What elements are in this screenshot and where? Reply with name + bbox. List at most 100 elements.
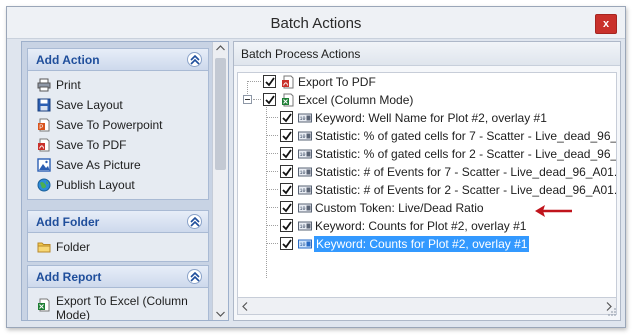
pdf-file-icon bbox=[282, 75, 294, 89]
tree-node-label: Statistic: % of gated cells for 7 - Scat… bbox=[315, 129, 617, 143]
add-action-header[interactable]: Add Action bbox=[28, 49, 208, 71]
collapse-add-action-button[interactable] bbox=[187, 52, 202, 67]
actions-sidebar: Add Action Print Save Layout P Save To P… bbox=[21, 41, 229, 321]
double-chevron-up-icon bbox=[190, 217, 200, 227]
collapse-add-folder-button[interactable] bbox=[187, 214, 202, 229]
checkmark-icon bbox=[282, 221, 292, 231]
checkbox[interactable] bbox=[280, 165, 293, 178]
collapse-node-toggle[interactable] bbox=[243, 95, 252, 104]
add-action-panel: Add Action Print Save Layout P Save To P… bbox=[27, 48, 209, 200]
print-action[interactable]: Print bbox=[28, 75, 208, 95]
scroll-down-icon[interactable] bbox=[216, 311, 225, 317]
sidebar-scrollbar[interactable] bbox=[212, 42, 228, 320]
checkbox[interactable] bbox=[280, 111, 293, 124]
save-to-powerpoint-action[interactable]: P Save To Powerpoint bbox=[28, 115, 208, 135]
tree-node-label: Statistic: # of Events for 7 - Scatter -… bbox=[315, 165, 617, 179]
close-button[interactable]: x bbox=[595, 14, 617, 34]
checkmark-icon bbox=[282, 239, 292, 249]
data-token-icon: 10 bbox=[298, 113, 312, 123]
tree-node-label: Keyword: Counts for Plot #2, overlay #1 bbox=[315, 219, 527, 233]
svg-text:10: 10 bbox=[300, 116, 306, 122]
sidebar-scroll-thumb[interactable] bbox=[215, 58, 226, 170]
double-chevron-up-icon bbox=[190, 55, 200, 65]
tree-line bbox=[266, 135, 278, 136]
save-as-picture-label: Save As Picture bbox=[56, 158, 141, 172]
print-label: Print bbox=[56, 78, 81, 92]
tree-line bbox=[266, 207, 278, 208]
add-action-title: Add Action bbox=[36, 53, 100, 67]
data-token-icon: 10 bbox=[298, 167, 312, 177]
horizontal-scrollbar[interactable] bbox=[237, 298, 617, 315]
floppy-disk-icon bbox=[37, 98, 51, 112]
pdf-file-icon bbox=[38, 138, 50, 152]
save-layout-action[interactable]: Save Layout bbox=[28, 95, 208, 115]
folder-icon bbox=[37, 242, 51, 253]
tree-node-label: Keyword: Counts for Plot #2, overlay #1 bbox=[314, 236, 530, 252]
folder-action[interactable]: Folder bbox=[28, 237, 208, 257]
export-to-excel-action[interactable]: Export To Excel (Column Mode) bbox=[28, 292, 208, 321]
tree-line bbox=[266, 243, 278, 244]
checkmark-icon bbox=[282, 113, 292, 123]
svg-text:10: 10 bbox=[300, 188, 306, 194]
svg-text:10: 10 bbox=[300, 206, 306, 212]
data-token-icon: 10 bbox=[298, 185, 312, 195]
svg-text:10: 10 bbox=[300, 152, 306, 158]
add-report-title: Add Report bbox=[36, 270, 102, 284]
data-token-icon: 10 bbox=[298, 203, 312, 213]
export-to-excel-label: Export To Excel (Column Mode) bbox=[56, 294, 188, 321]
checkbox[interactable] bbox=[280, 183, 293, 196]
checkbox[interactable] bbox=[263, 75, 276, 88]
folder-label: Folder bbox=[56, 240, 91, 254]
save-to-powerpoint-label: Save To Powerpoint bbox=[56, 118, 163, 132]
svg-text:10: 10 bbox=[300, 242, 306, 248]
save-layout-label: Save Layout bbox=[56, 98, 123, 112]
checkbox[interactable] bbox=[280, 237, 293, 250]
double-chevron-up-icon bbox=[190, 272, 200, 282]
scroll-left-icon[interactable] bbox=[242, 302, 248, 311]
add-folder-title: Add Folder bbox=[36, 215, 100, 229]
publish-layout-label: Publish Layout bbox=[56, 178, 135, 192]
save-as-picture-action[interactable]: Save As Picture bbox=[28, 155, 208, 175]
red-arrow-icon bbox=[535, 205, 572, 217]
tree-line bbox=[266, 189, 278, 190]
tree-line bbox=[266, 107, 267, 278]
checkbox[interactable] bbox=[280, 129, 293, 142]
save-to-pdf-label: Save To PDF bbox=[56, 138, 127, 152]
add-folder-panel: Add Folder Folder bbox=[27, 210, 209, 262]
checkmark-icon bbox=[282, 185, 292, 195]
tree-node-label: Export To PDF bbox=[298, 75, 376, 89]
data-token-icon: 10 bbox=[298, 221, 312, 231]
scroll-up-icon[interactable] bbox=[216, 45, 225, 51]
checkmark-icon bbox=[265, 77, 275, 87]
add-folder-header[interactable]: Add Folder bbox=[28, 211, 208, 233]
checkbox[interactable] bbox=[263, 93, 276, 106]
data-token-icon: 10 bbox=[298, 131, 312, 141]
tree-node-label: Keyword: Well Name for Plot #2, overlay … bbox=[315, 111, 547, 125]
batch-process-pane: Batch Process Actions Export To PDF Exce… bbox=[233, 41, 621, 321]
collapse-add-report-button[interactable] bbox=[187, 269, 202, 284]
resize-grip-icon[interactable] bbox=[608, 308, 617, 317]
globe-icon bbox=[37, 178, 51, 192]
svg-text:10: 10 bbox=[300, 134, 306, 140]
picture-icon bbox=[37, 158, 51, 172]
checkmark-icon bbox=[282, 203, 292, 213]
checkbox[interactable] bbox=[280, 147, 293, 160]
excel-file-icon bbox=[282, 93, 294, 107]
checkbox[interactable] bbox=[280, 219, 293, 232]
batch-process-header: Batch Process Actions bbox=[234, 42, 620, 66]
checkbox[interactable] bbox=[280, 201, 293, 214]
add-report-header[interactable]: Add Report bbox=[28, 266, 208, 288]
title-bar: Batch Actions x bbox=[7, 7, 625, 39]
save-to-pdf-action[interactable]: Save To PDF bbox=[28, 135, 208, 155]
publish-layout-action[interactable]: Publish Layout bbox=[28, 175, 208, 195]
svg-text:10: 10 bbox=[300, 170, 306, 176]
batch-process-title: Batch Process Actions bbox=[241, 47, 361, 61]
window-title: Batch Actions bbox=[270, 15, 362, 32]
checkmark-icon bbox=[282, 167, 292, 177]
data-token-icon: 10 bbox=[298, 239, 312, 249]
tree-line bbox=[266, 153, 278, 154]
tree-line bbox=[266, 225, 278, 226]
actions-tree[interactable]: Export To PDF Excel (Column Mode) 10 Key… bbox=[237, 72, 617, 298]
tree-line bbox=[247, 81, 261, 82]
printer-icon bbox=[37, 78, 51, 92]
